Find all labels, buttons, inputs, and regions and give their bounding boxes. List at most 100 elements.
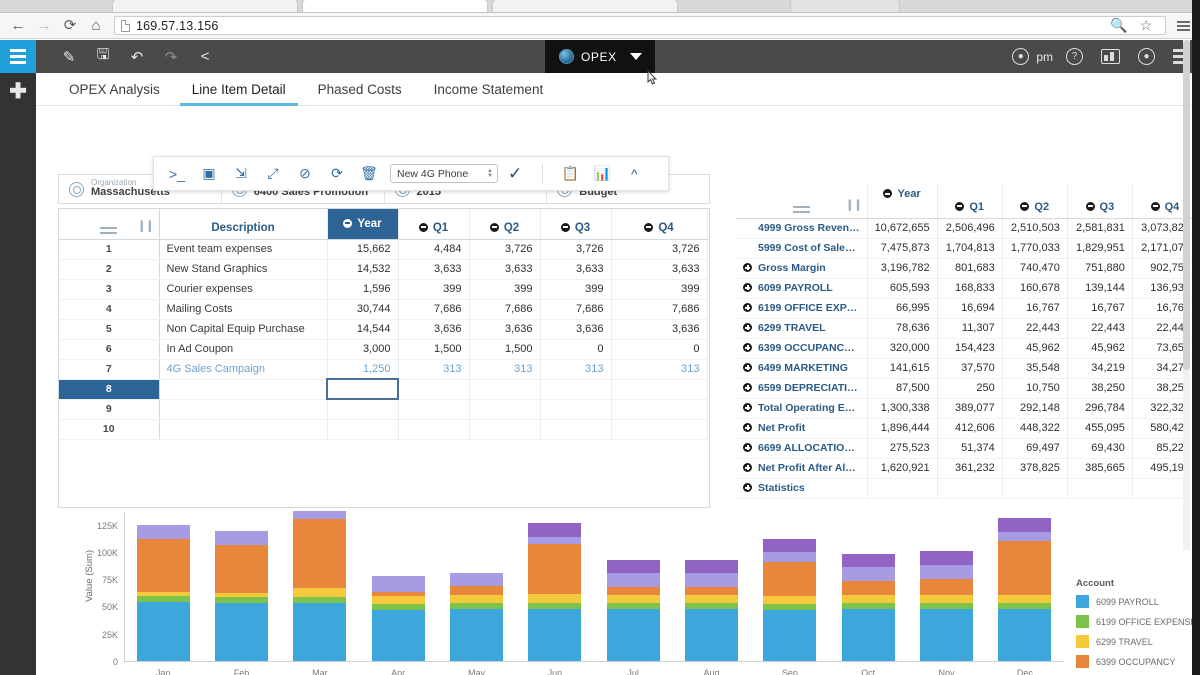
chart-bar-segment[interactable] [763,561,817,596]
q1-cell[interactable] [398,379,470,400]
browser-tab[interactable] [492,0,678,12]
q1-cell[interactable]: 168,833 [937,278,1003,299]
q2-cell[interactable]: 69,497 [1002,438,1068,459]
chart-bar[interactable] [136,524,190,661]
chart-bar-segment[interactable] [293,602,347,661]
grid-corner-cell[interactable]: ❙❙ [736,184,868,219]
table-row[interactable]: 6399 OCCUPANC… 320,000 154,423 45,962 45,962… [736,338,1199,359]
chart-bar-segment[interactable] [606,609,660,661]
account-label-cell[interactable]: 6599 DEPRECIATI… [736,378,868,399]
q3-cell[interactable]: 455,095 [1067,418,1133,439]
row-number-cell[interactable]: 8 [59,379,160,400]
table-row[interactable]: 6599 DEPRECIATI… 87,500 250 10,750 38,250 38,… [736,378,1199,399]
year-cell[interactable]: 15,662 [327,239,399,260]
table-row[interactable]: 3 Courier expenses 1,596 399 399 399 399 [59,279,708,300]
description-cell[interactable] [159,419,328,440]
q2-cell[interactable]: 7,686 [469,299,541,320]
q4-cell[interactable] [611,419,708,440]
q4-cell[interactable]: 3,633 [611,259,708,280]
q2-cell[interactable]: 2,510,503 [1002,218,1068,239]
reload-button[interactable]: ⟳ [58,15,82,37]
legend-item[interactable]: 6299 TRAVEL [1076,635,1200,648]
legend-item[interactable]: 6399 OCCUPANCY [1076,655,1200,668]
q1-cell[interactable]: 16,694 [937,298,1003,319]
star-icon[interactable]: ☆ [1135,17,1157,34]
q1-cell[interactable] [398,419,470,440]
splitter-icon[interactable]: ❙❙ [137,219,154,232]
q1-cell[interactable]: 7,686 [398,299,470,320]
q3-cell[interactable]: 2,581,831 [1067,218,1133,239]
table-row[interactable]: 6 In Ad Coupon 3,000 1,500 1,500 0 0 [59,339,708,360]
share-nodes-icon[interactable]: ⇲ [226,157,256,190]
model-selector[interactable]: OPEX [545,40,655,73]
q2-cell[interactable]: 22,443 [1002,318,1068,339]
q2-cell[interactable] [1002,478,1068,499]
table-row[interactable]: 4999 Gross Reven… 10,672,655 2,506,496 2,51… [736,218,1199,239]
q2-cell[interactable] [469,419,541,440]
q3-cell[interactable]: 0 [540,339,612,360]
table-row[interactable]: Total Operating E… 1,300,338 389,077 292,14… [736,398,1199,419]
q2-cell[interactable]: 3,726 [469,239,541,260]
row-number-cell[interactable]: 9 [59,399,160,420]
save-icon[interactable]: 🖫 [86,40,120,73]
table-row[interactable]: 5999 Cost of Sale… 7,475,873 1,704,813 1,77… [736,238,1199,259]
description-cell[interactable]: Mailing Costs [159,299,328,320]
q3-cell[interactable]: 69,430 [1067,438,1133,459]
account-label-cell[interactable]: 4999 Gross Reven… [736,218,868,239]
q1-cell[interactable]: 1,704,813 [937,238,1003,259]
q4-cell[interactable] [611,399,708,420]
confirm-check-icon[interactable]: ✓ [500,164,530,184]
q3-cell[interactable] [540,399,612,420]
col-q4[interactable]: Q4 [611,209,708,240]
q2-cell[interactable]: 378,825 [1002,458,1068,479]
q2-cell[interactable]: 740,470 [1002,258,1068,279]
snapshot-icon[interactable]: ▣ [194,157,224,190]
q1-cell[interactable]: 51,374 [937,438,1003,459]
chart-bar-segment[interactable] [293,518,347,589]
tab-line-item-detail[interactable]: Line Item Detail [176,73,302,106]
console-icon[interactable]: >_ [162,157,192,190]
chart-bar-segment[interactable] [293,511,347,519]
redo-icon[interactable]: ↷ [154,40,188,73]
q1-cell[interactable]: 1,500 [398,339,470,360]
line-item-select[interactable]: New 4G Phone ▲ ▼ [390,164,498,183]
q3-cell[interactable] [540,419,612,440]
q1-cell[interactable]: 11,307 [937,318,1003,339]
year-cell[interactable]: 141,615 [867,358,938,379]
presentation-icon[interactable] [1101,49,1120,64]
chart-bar-segment[interactable] [841,567,895,582]
q1-cell[interactable]: 250 [937,378,1003,399]
q3-cell[interactable]: 7,686 [540,299,612,320]
search-icon[interactable]: 🔍 [1108,17,1130,34]
chart-bar-segment[interactable] [136,602,190,661]
q2-cell[interactable]: 10,750 [1002,378,1068,399]
q1-cell[interactable] [937,478,1003,499]
q2-cell[interactable]: 448,322 [1002,418,1068,439]
expand-node-icon[interactable] [743,463,752,472]
row-number-cell[interactable]: 1 [59,239,160,260]
q4-cell[interactable]: 3,636 [611,319,708,340]
chart-bar-segment[interactable] [528,544,582,595]
chart-bar-segment[interactable] [763,552,817,562]
menu-toggle-button[interactable] [0,40,36,73]
chart-bar-segment[interactable] [214,544,269,593]
table-row[interactable]: 4 Mailing Costs 30,744 7,686 7,686 7,686 7,686 [59,299,708,320]
year-cell[interactable]: 66,995 [867,298,938,319]
chart-bar-segment[interactable] [998,518,1052,532]
chart-bar-segment[interactable] [998,595,1052,604]
year-cell[interactable] [327,419,399,440]
account-label-cell[interactable]: Net Profit [736,418,868,439]
no-entry-icon[interactable]: ⊘ [290,157,320,190]
table-row[interactable]: Net Profit 1,896,444 412,606 448,322 455,095… [736,418,1199,439]
tab-income-statement[interactable]: Income Statement [418,73,560,106]
q2-cell[interactable] [469,379,541,400]
q1-cell[interactable]: 412,606 [937,418,1003,439]
browser-tab[interactable] [790,0,900,12]
year-cell[interactable] [867,478,938,499]
income-statement-grid[interactable]: ❙❙ Year Q1 Q2 Q3 Q4 4999 Gross Reven… 10,… [736,184,1199,502]
year-cell[interactable] [326,378,399,400]
row-number-cell[interactable]: 7 [59,359,160,380]
q2-cell[interactable]: 3,636 [469,319,541,340]
q1-cell[interactable]: 3,633 [398,259,470,280]
chart-bar[interactable] [528,523,582,661]
